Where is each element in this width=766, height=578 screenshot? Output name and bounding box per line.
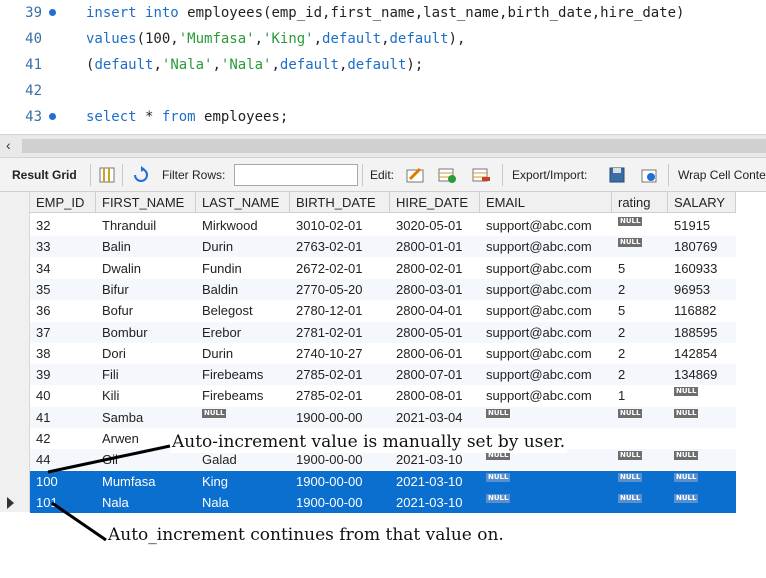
- arrow-to-id-100: [47, 444, 171, 474]
- annotation-arrows: [47, 444, 171, 542]
- arrow-to-id-101: [51, 501, 107, 542]
